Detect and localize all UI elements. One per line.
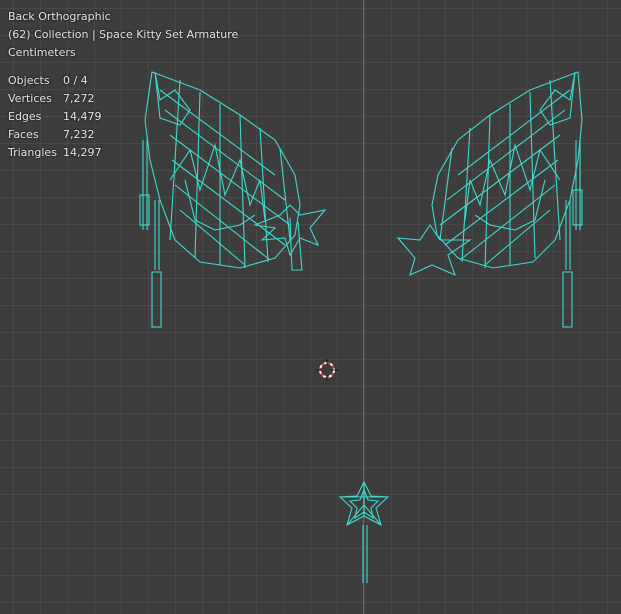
wireframe-meshes[interactable] xyxy=(0,0,621,614)
right-ear-mesh[interactable] xyxy=(396,71,583,328)
star-wand-mesh[interactable] xyxy=(338,480,390,583)
3d-cursor-icon[interactable] xyxy=(316,359,338,381)
3d-viewport[interactable]: Back Orthographic (62) Collection | Spac… xyxy=(0,0,621,614)
left-ear-mesh[interactable] xyxy=(139,71,327,328)
